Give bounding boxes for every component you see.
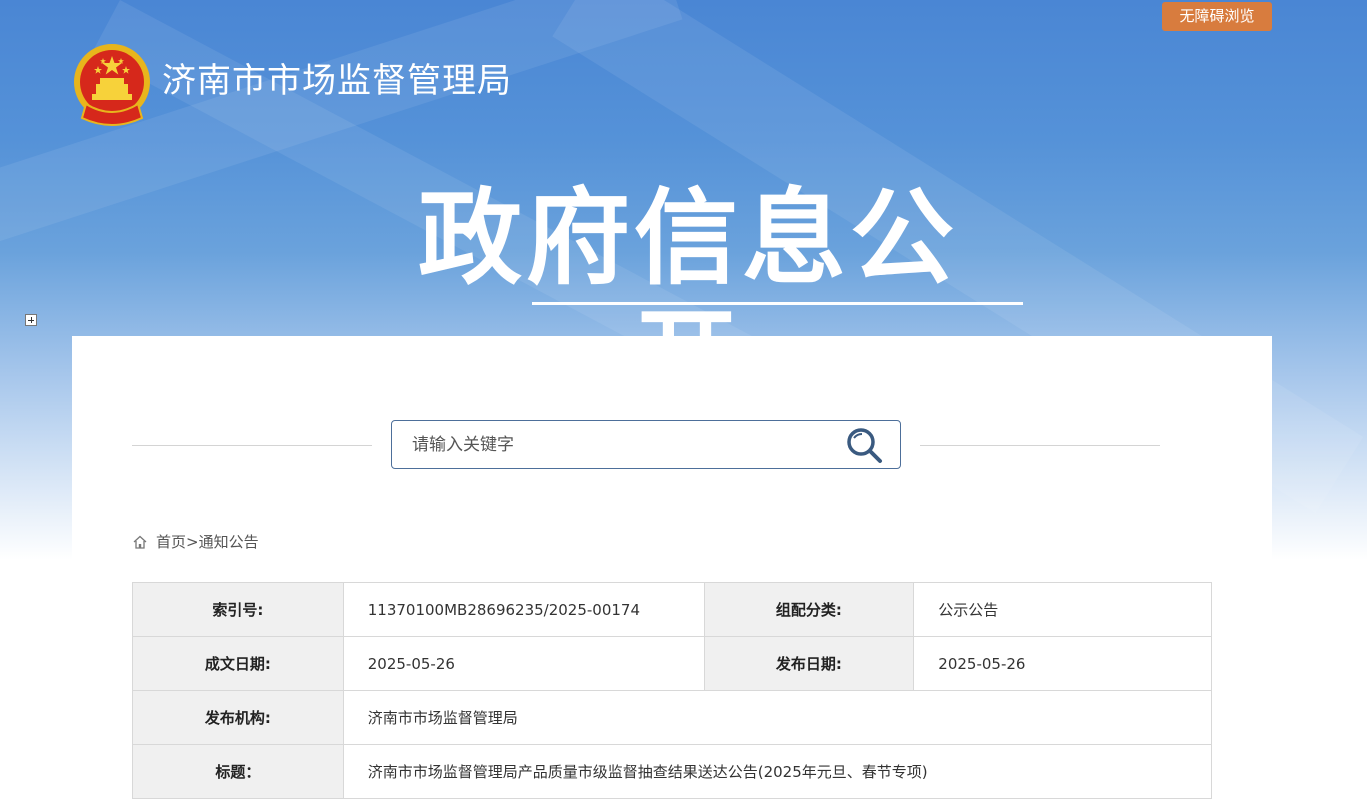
index-no-value: 11370100MB28696235/2025-00174: [342, 582, 705, 637]
category-value: 公示公告: [913, 582, 1212, 637]
table-row: 成文日期: 2025-05-26 发布日期: 2025-05-26: [132, 636, 1212, 691]
main-content: 首页 > 通知公告 索引号: 11370100MB28696235/2025-0…: [72, 336, 1272, 799]
table-row: 标题： 济南市市场监督管理局产品质量市级监督抽查结果送达公告(2025年元旦、春…: [132, 744, 1213, 799]
written-date-label: 成文日期:: [132, 636, 344, 691]
home-icon: [133, 535, 147, 549]
national-emblem-icon: [74, 44, 150, 126]
table-row: 索引号: 11370100MB28696235/2025-00174 组配分类:…: [132, 582, 1212, 637]
site-title: 济南市市场监督管理局: [162, 61, 512, 101]
publisher-label: 发布机构:: [132, 690, 344, 745]
title-label: 标题：: [132, 744, 344, 799]
accessibility-button[interactable]: 无障碍浏览: [1162, 2, 1272, 31]
publisher-value: 济南市市场监督管理局: [342, 690, 1213, 745]
hero-underline: [532, 302, 1023, 305]
category-label: 组配分类:: [703, 582, 915, 637]
breadcrumb-home-link[interactable]: 首页: [156, 532, 186, 552]
document-info-table: 索引号: 11370100MB28696235/2025-00174 组配分类:…: [132, 582, 1213, 799]
search-input[interactable]: [412, 421, 832, 468]
search-divider-right: [920, 445, 1160, 446]
breadcrumb-separator: >: [186, 533, 199, 551]
index-no-label: 索引号:: [132, 582, 344, 637]
title-value: 济南市市场监督管理局产品质量市级监督抽查结果送达公告(2025年元旦、春节专项): [342, 744, 1213, 799]
expand-icon[interactable]: [25, 314, 37, 326]
search-box: [391, 420, 901, 469]
search-icon[interactable]: [844, 425, 886, 465]
written-date-value: 2025-05-26: [342, 636, 705, 691]
table-row: 发布机构: 济南市市场监督管理局: [132, 690, 1213, 745]
breadcrumb: 首页 > 通知公告: [132, 532, 259, 552]
publish-date-label: 发布日期:: [703, 636, 915, 691]
publish-date-value: 2025-05-26: [913, 636, 1212, 691]
search-divider-left: [132, 445, 372, 446]
breadcrumb-current-link[interactable]: 通知公告: [199, 532, 259, 552]
